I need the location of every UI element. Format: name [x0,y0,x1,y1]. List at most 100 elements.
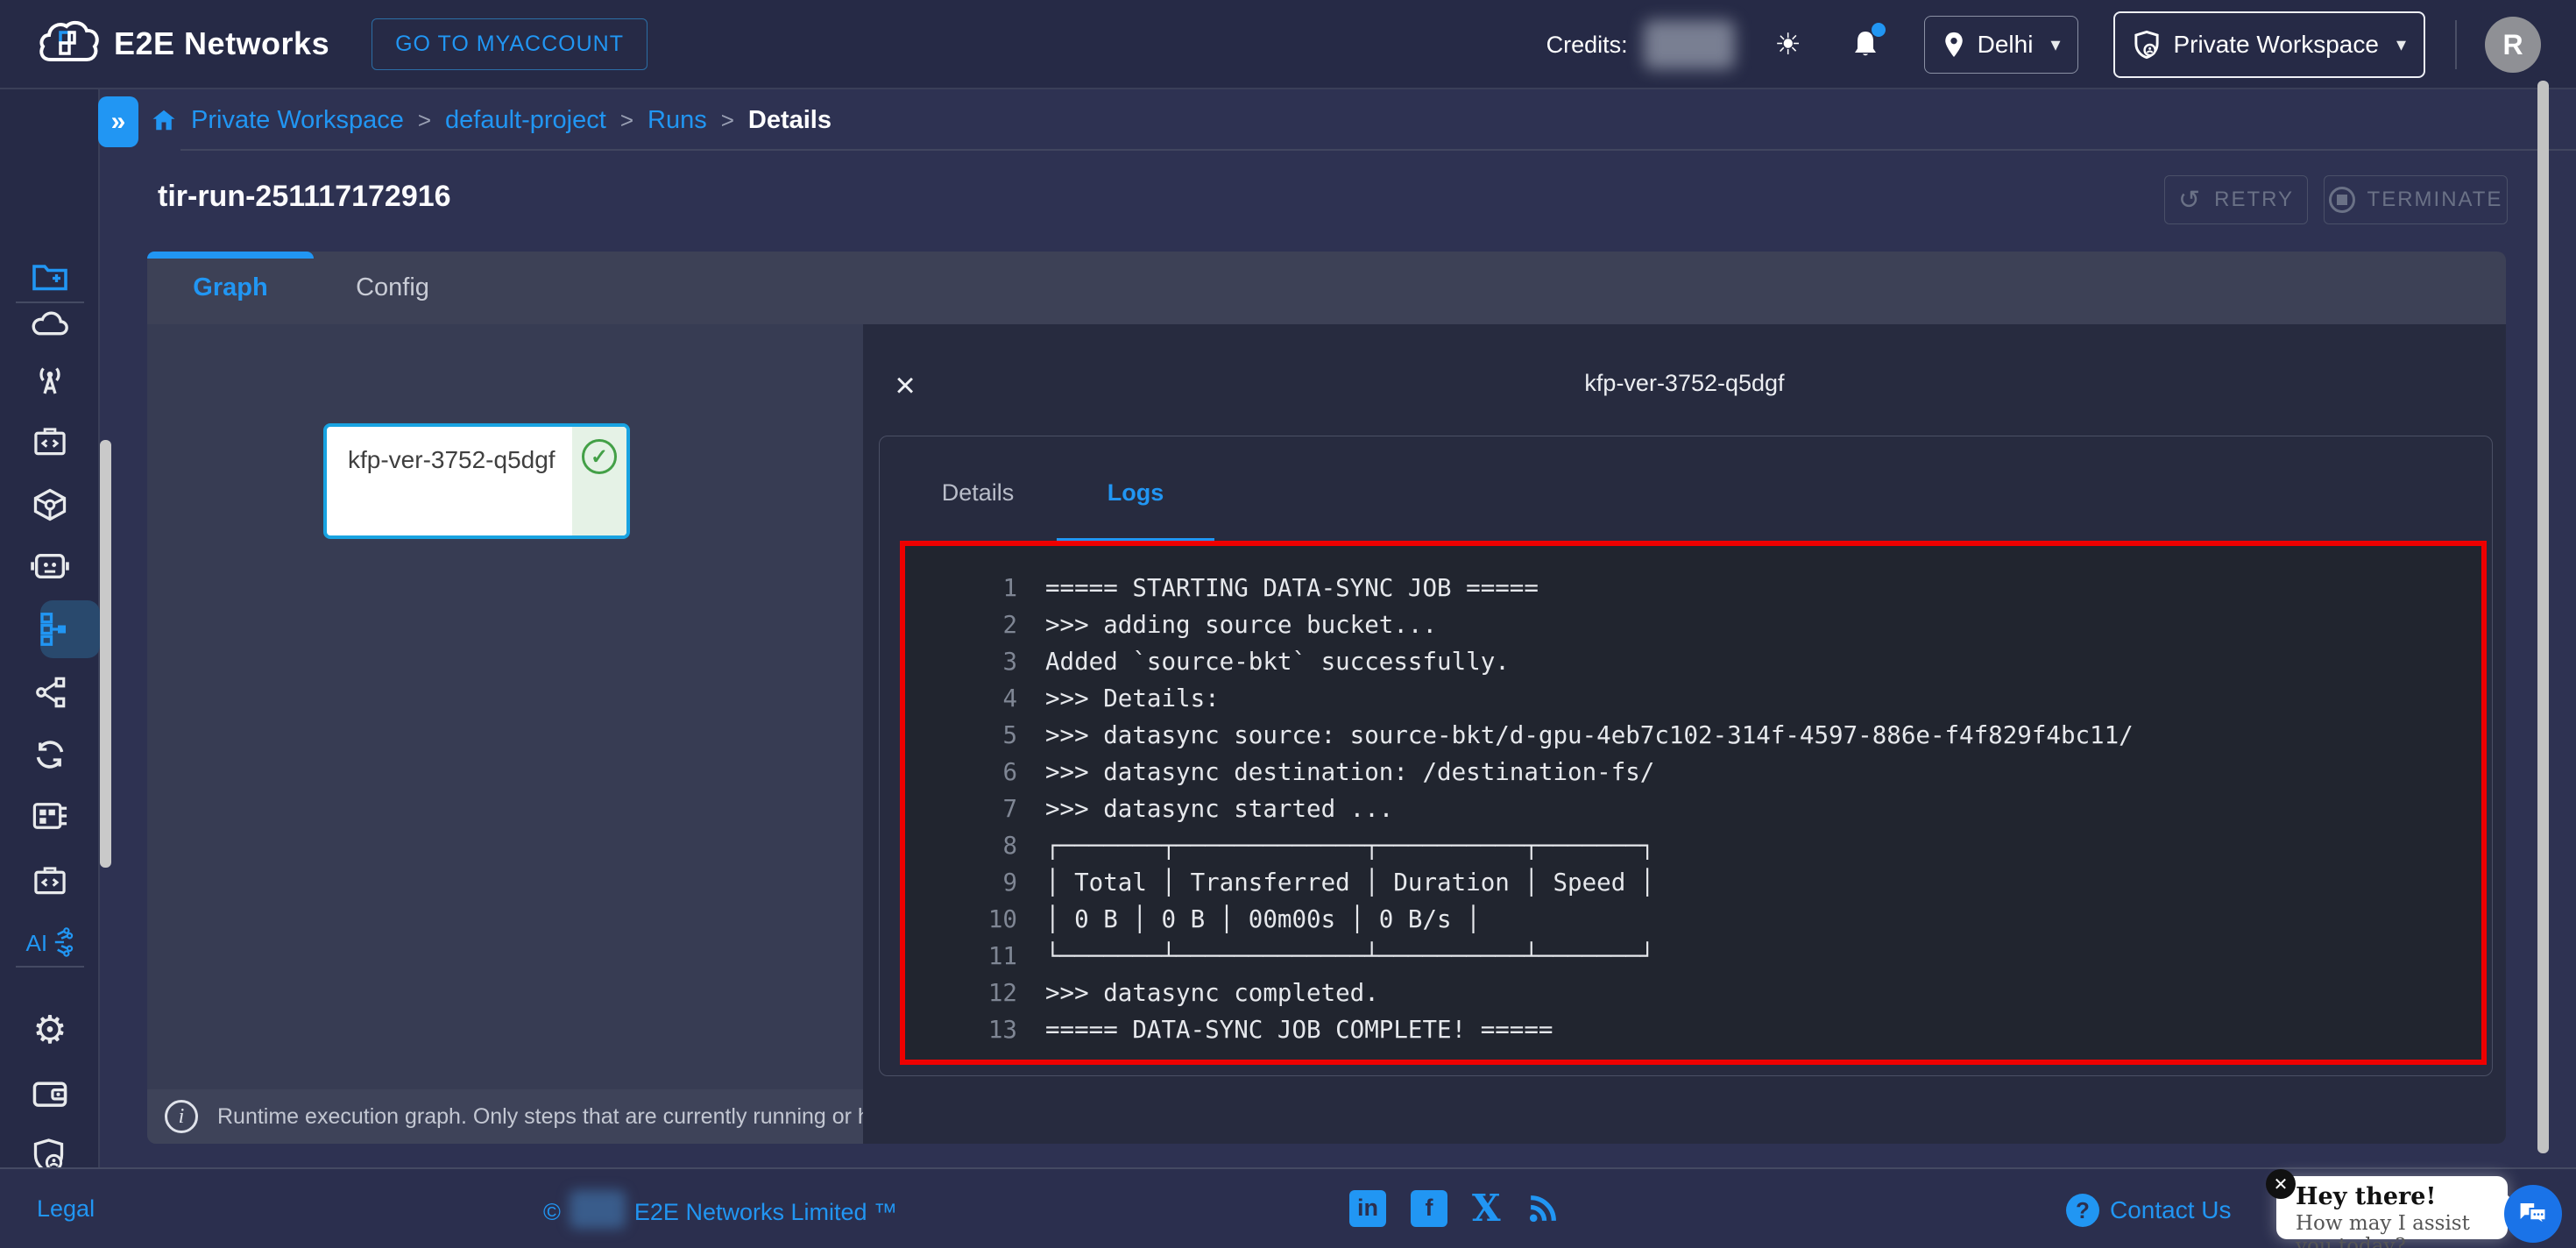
tab-details[interactable]: Details [899,468,1057,517]
sidebar-item-code[interactable] [0,855,100,904]
terminate-button[interactable]: TERMINATE [2324,175,2508,224]
log-line-text: >>> datasync source: source-bkt/d-gpu-4e… [1045,717,2134,754]
log-line-text: │ Total │ Transferred │ Duration │ Speed… [1045,864,1654,901]
sidebar-item-inference[interactable] [0,356,100,405]
breadcrumb-separator: > [620,107,633,134]
tab-graph[interactable]: Graph [147,252,314,324]
log-line-text: >>> datasync destination: /destination-f… [1045,754,1654,791]
sidebar-item-settings[interactable]: ⚙ [0,1006,100,1055]
footer: Legal © E2E Networks Limited ™ in f X ? … [0,1167,2576,1248]
breadcrumb-project[interactable]: default-project [445,106,606,135]
log-line-number: 1 [905,570,1017,606]
log-line: 2 >>> adding source bucket... [905,606,2481,643]
retry-label: RETRY [2214,188,2294,212]
sidebar-item-pipelines-active[interactable] [0,605,100,654]
page-title: tir-run-251117172916 [158,180,451,214]
sidebar-item-gpu[interactable] [0,791,100,840]
contact-us[interactable]: ? Contact Us [2066,1194,2232,1227]
rss-icon[interactable] [1525,1191,1560,1226]
location-pin-icon [1943,30,1965,60]
sync-icon [32,738,68,771]
legal-link[interactable]: Legal [37,1195,95,1223]
log-line-text: >>> datasync completed. [1045,975,1379,1011]
facebook-icon[interactable]: f [1411,1190,1447,1227]
sidebar-item-finetuning[interactable] [0,542,100,591]
log-line: 6 >>> datasync destination: /destination… [905,754,2481,791]
sidebar-item-projects[interactable] [0,252,100,301]
go-to-myaccount-button[interactable]: GO TO MYACCOUNT [372,18,648,70]
log-line-text: >>> Details: [1045,680,1220,717]
check-circle-icon: ✓ [582,439,617,474]
chat-close-button[interactable]: ✕ [2266,1169,2296,1199]
chat-bubbles-icon [2517,1200,2549,1228]
code-clipboard-icon [32,863,68,897]
breadcrumb-workspace[interactable]: Private Workspace [191,106,404,135]
sidebar-item-genai[interactable]: AI [0,918,100,967]
sidebar-expand-button[interactable]: » [98,96,138,147]
linkedin-icon[interactable]: in [1349,1190,1386,1227]
sidebar-item-sync[interactable] [0,730,100,779]
chat-title: Hey there! [2296,1183,2508,1210]
tab-logs[interactable]: Logs [1057,468,1214,517]
brand-name: E2E Networks [114,25,329,62]
sidebar-item-billing[interactable] [0,1069,100,1118]
robot-icon [30,550,70,583]
log-line-text: │ 0 B │ 0 B │ 00m00s │ 0 B/s │ [1045,901,1481,938]
breadcrumb-current: Details [748,106,832,135]
log-line-text: └───────┴─────────────┴──────────┴──────… [1045,938,1654,975]
folder-plus-icon [32,261,68,293]
sidebar-item-containers[interactable] [0,480,100,529]
log-line-number: 12 [905,975,1017,1011]
notifications-button[interactable] [1842,21,1889,68]
chat-subtitle: How may I assist you today? [2296,1212,2508,1248]
run-tabbar: Graph Config [147,252,2506,324]
avatar[interactable]: R [2485,17,2541,73]
sidebar-scrollbar[interactable] [100,440,111,868]
log-line-number: 11 [905,938,1017,975]
x-icon[interactable]: X [1472,1187,1501,1230]
log-line-text: >>> adding source bucket... [1045,606,1437,643]
terminate-label: TERMINATE [2367,188,2503,212]
copyright-year-redacted [570,1190,626,1229]
log-line-number: 8 [905,827,1017,864]
header-right: Credits: ☀ [1546,0,2576,89]
graph-footnote-text: Runtime execution graph. Only steps that… [217,1104,924,1130]
wallet-icon [31,1077,69,1110]
retry-button[interactable]: ↺ RETRY [2164,175,2308,224]
workspace-selector[interactable]: Private Workspace ▾ [2113,11,2425,78]
breadcrumb-underline [180,149,2576,151]
app-root: E2E Networks GO TO MYACCOUNT Credits: ☀ [0,0,2576,1248]
chat-launcher-button[interactable] [2504,1185,2562,1243]
sidebar-item-compute[interactable] [0,300,100,349]
log-line-text: >>> datasync started ... [1045,791,1393,827]
top-header: E2E Networks GO TO MYACCOUNT Credits: ☀ [0,0,2576,89]
share-icon [32,675,67,710]
sidebar-item-notebooks[interactable] [0,416,100,465]
chevron-down-icon: ▾ [2050,33,2060,56]
sidebar-item-integrations[interactable] [0,668,100,717]
brand[interactable]: E2E Networks [37,18,329,70]
log-line-number: 13 [905,1011,1017,1048]
social-links: in f X [1349,1187,1560,1230]
log-line: 1 ===== STARTING DATA-SYNC JOB ===== [905,570,2481,606]
copyright-text: E2E Networks Limited ™ [634,1199,897,1226]
info-icon: i [165,1100,198,1133]
log-line-number: 3 [905,643,1017,680]
ai-circuit-icon: AI [25,925,75,959]
shield-check-icon [2133,30,2161,60]
log-viewer[interactable]: 1 ===== STARTING DATA-SYNC JOB ===== 2 >… [905,546,2481,1060]
graph-node[interactable]: kfp-ver-3752-q5dgf ✓ [323,423,630,539]
breadcrumb-runs[interactable]: Runs [648,106,707,135]
theme-toggle-button[interactable]: ☀ [1765,21,1812,68]
breadcrumb-row: » Private Workspace > default-project > … [100,89,2576,151]
region-selector[interactable]: Delhi ▾ [1924,16,2079,74]
home-icon[interactable] [151,108,177,132]
left-sidebar: AI ⚙ [0,89,100,1167]
chat-teaser-bubble[interactable]: Hey there! How may I assist you today? [2276,1176,2508,1239]
tab-config[interactable]: Config [314,252,471,324]
contact-us-label: Contact Us [2110,1196,2232,1224]
log-line: 12 >>> datasync completed. [905,975,2481,1011]
workspace-value: Private Workspace [2173,31,2378,59]
page-scrollbar[interactable] [2537,81,2549,1153]
e2e-cloud-logo-icon [37,18,102,70]
